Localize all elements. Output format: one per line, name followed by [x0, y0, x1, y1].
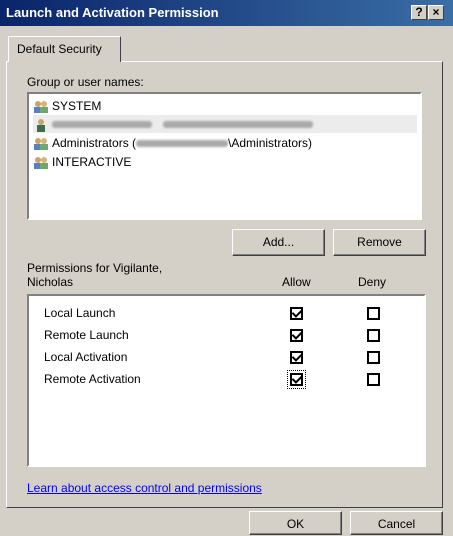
redacted-text — [163, 121, 314, 129]
permission-name: Local Launch — [44, 306, 116, 320]
deny-header: Deny — [358, 275, 387, 289]
permissions-list[interactable]: Local Launch Remote Launch Local Activat… — [27, 294, 426, 467]
group-user-names-label: Group or user names: — [27, 75, 144, 89]
close-button[interactable]: × — [428, 5, 444, 20]
title-bar[interactable]: Launch and Activation Permission ? × — [0, 0, 453, 26]
list-item[interactable] — [33, 115, 417, 133]
permissions-label-line1: Permissions for Vigilante, — [27, 261, 163, 275]
deny-remote-launch-checkbox[interactable] — [367, 329, 380, 342]
group-icon — [34, 156, 48, 169]
permission-row: Local Activation — [44, 346, 414, 368]
list-item[interactable]: Administrators (\Administrators) — [33, 134, 312, 152]
group-icon — [34, 100, 48, 113]
permissions-label-line2: Nicholas — [27, 275, 74, 289]
group-icon — [34, 137, 48, 150]
redacted-text — [136, 140, 229, 148]
deny-local-launch-checkbox[interactable] — [367, 307, 380, 320]
help-button[interactable]: ? — [411, 5, 427, 20]
tab-default-security[interactable]: Default Security — [8, 36, 121, 62]
allow-header: Allow — [282, 275, 311, 289]
redacted-text — [52, 121, 152, 129]
allow-local-activation-checkbox[interactable] — [290, 351, 303, 364]
permission-name: Local Activation — [44, 350, 128, 364]
list-item[interactable]: INTERACTIVE — [33, 153, 131, 171]
permission-row: Local Launch — [44, 302, 414, 324]
cancel-button[interactable]: Cancel — [350, 511, 443, 535]
deny-local-activation-checkbox[interactable] — [367, 351, 380, 364]
tab-panel: Group or user names: SYSTEM Administrato… — [6, 61, 443, 508]
window-title: Launch and Activation Permission — [6, 5, 219, 20]
user-list[interactable]: SYSTEM Administrators (\Administrators) … — [27, 92, 422, 220]
permission-name: Remote Activation — [44, 372, 141, 386]
permission-row: Remote Activation — [44, 368, 414, 390]
list-item[interactable]: SYSTEM — [33, 97, 101, 115]
permission-row: Remote Launch — [44, 324, 414, 346]
deny-remote-activation-checkbox[interactable] — [367, 373, 380, 386]
ok-button[interactable]: OK — [249, 511, 342, 535]
remove-button[interactable]: Remove — [333, 229, 426, 256]
add-button[interactable]: Add... — [232, 229, 325, 256]
user-icon — [37, 118, 45, 132]
permission-dialog: Launch and Activation Permission ? × Def… — [0, 0, 453, 535]
access-control-help-link[interactable]: Learn about access control and permissio… — [27, 481, 262, 495]
permission-name: Remote Launch — [44, 328, 129, 342]
allow-remote-launch-checkbox[interactable] — [290, 329, 303, 342]
tab-label: Default Security — [17, 42, 102, 56]
allow-local-launch-checkbox[interactable] — [290, 307, 303, 320]
allow-remote-activation-checkbox[interactable] — [287, 370, 306, 389]
